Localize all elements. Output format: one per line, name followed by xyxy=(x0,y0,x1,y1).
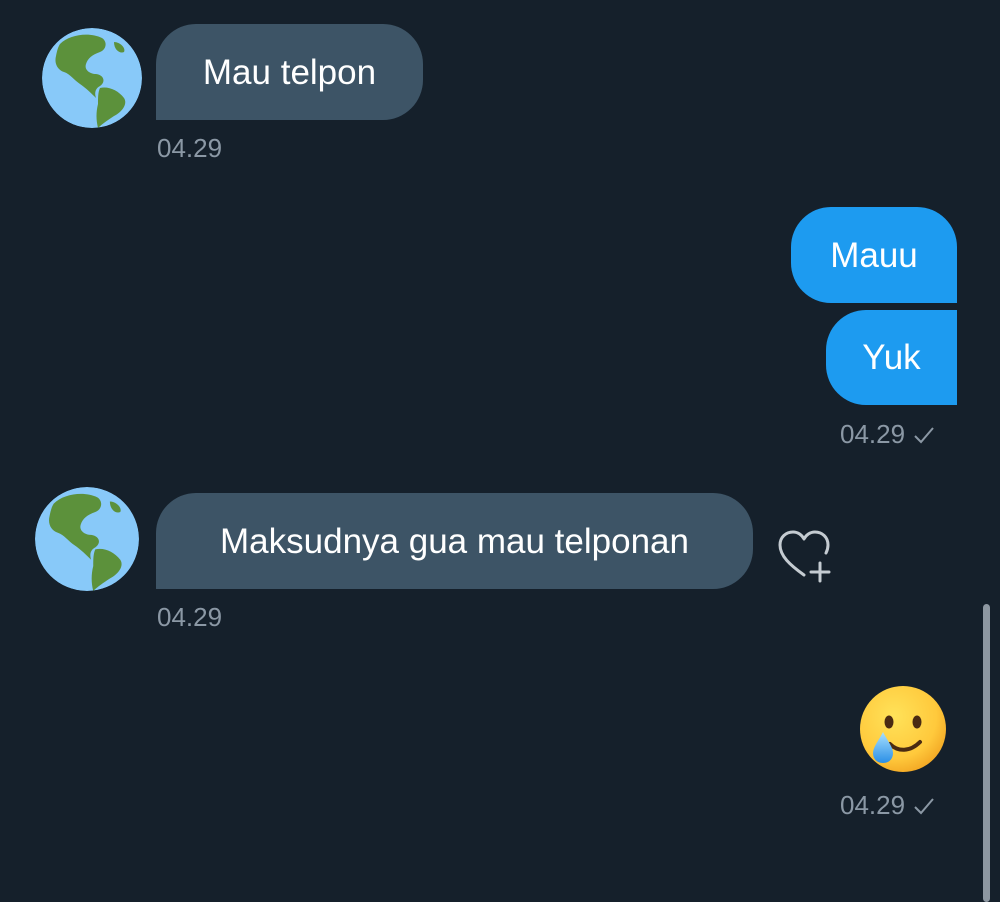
message-text: Yuk xyxy=(862,338,921,377)
globe-americas-icon xyxy=(42,28,142,128)
heart-plus-icon xyxy=(778,530,831,583)
message-bubble-incoming[interactable]: Mau telpon xyxy=(156,24,423,120)
globe-americas-icon xyxy=(35,487,139,591)
message-timestamp: 04.29 xyxy=(840,421,935,449)
timestamp-text: 04.29 xyxy=(840,790,906,820)
checkmark-icon xyxy=(913,423,935,449)
message-bubble-incoming[interactable]: Maksudnya gua mau telponan xyxy=(156,493,753,589)
smiling-face-with-tear-icon[interactable] xyxy=(858,684,948,774)
message-timestamp: 04.29 xyxy=(157,133,223,163)
message-bubble-outgoing[interactable]: Mauu xyxy=(791,207,957,303)
globe-avatar[interactable] xyxy=(42,28,142,128)
checkmark-icon xyxy=(913,794,935,820)
conversation-view: Mau telpon 04.29 Mauu Yuk 04.29 Maksudny… xyxy=(0,0,1000,902)
globe-avatar[interactable] xyxy=(35,487,139,591)
add-reaction-button[interactable] xyxy=(776,527,838,585)
message-text: Maksudnya gua mau telponan xyxy=(220,521,689,561)
message-bubble-outgoing[interactable]: Yuk xyxy=(826,310,957,405)
timestamp-text: 04.29 xyxy=(840,419,906,449)
message-text: Mauu xyxy=(830,235,918,275)
message-text: Mau telpon xyxy=(202,52,377,92)
scrollbar[interactable] xyxy=(983,604,990,902)
message-timestamp: 04.29 xyxy=(157,602,223,632)
message-timestamp: 04.29 xyxy=(840,792,935,820)
